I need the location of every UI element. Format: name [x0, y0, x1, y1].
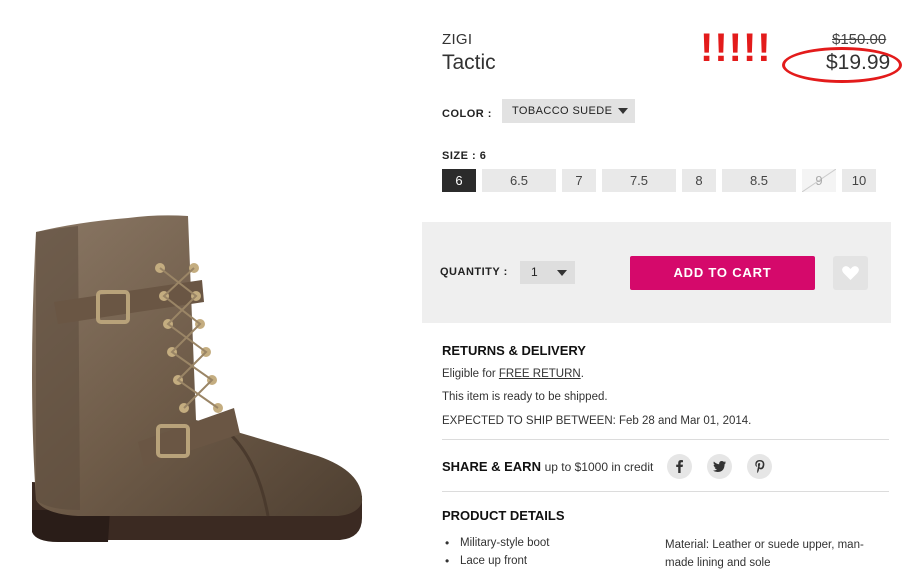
returns-heading: RETURNS & DELIVERY: [442, 343, 586, 358]
divider: [442, 439, 889, 440]
pinterest-share-button[interactable]: [747, 454, 772, 479]
free-return-link[interactable]: FREE RETURN: [499, 368, 581, 380]
color-select-value: TOBACCO SUEDE: [512, 105, 613, 117]
product-details-heading: PRODUCT DETAILS: [442, 508, 565, 523]
material-text: Material: Leather or suede upper, man-ma…: [665, 539, 864, 569]
facebook-icon: [676, 460, 683, 473]
list-item: Military-style boot: [442, 534, 642, 552]
size-option-6-5[interactable]: 6.5: [482, 169, 556, 192]
price-annotation-marks: !!!!!: [700, 26, 772, 70]
size-option-7[interactable]: 7: [562, 169, 596, 192]
add-to-cart-button[interactable]: ADD TO CART: [630, 256, 815, 290]
size-option-7-5[interactable]: 7.5: [602, 169, 676, 192]
size-option-10[interactable]: 10: [842, 169, 876, 192]
share-earn-line: SHARE & EARN up to $1000 in credit: [442, 459, 653, 474]
size-option-9-unavailable: 9: [802, 169, 836, 192]
facebook-share-button[interactable]: [667, 454, 692, 479]
share-heading: SHARE & EARN: [442, 459, 541, 474]
chevron-down-icon: [557, 270, 567, 276]
list-item: Lace up front: [442, 552, 642, 570]
brand-name[interactable]: ZIGI: [442, 31, 472, 48]
free-return-line: Eligible for FREE RETURN.: [442, 368, 584, 380]
size-option-6[interactable]: 6: [442, 169, 476, 192]
pinterest-icon: [755, 460, 765, 474]
twitter-share-button[interactable]: [707, 454, 732, 479]
wishlist-button[interactable]: [833, 256, 868, 290]
product-details-list: Military-style boot Lace up front: [442, 534, 642, 570]
share-subtext: up to $1000 in credit: [544, 460, 654, 474]
color-select[interactable]: TOBACCO SUEDE: [502, 99, 635, 123]
size-option-9-label: 9: [815, 173, 823, 188]
ship-window-text: EXPECTED TO SHIP BETWEEN: Feb 28 and Mar…: [442, 415, 752, 427]
quantity-label: QUANTITY :: [440, 266, 508, 278]
original-price: $150.00: [832, 31, 887, 48]
size-label: SIZE : 6: [442, 150, 487, 162]
size-option-8-5[interactable]: 8.5: [722, 169, 796, 192]
ready-to-ship-text: This item is ready to be shipped.: [442, 391, 608, 403]
chevron-down-icon: [618, 108, 628, 114]
product-name: Tactic: [442, 51, 496, 74]
free-return-prefix: Eligible for: [442, 368, 496, 380]
color-label: COLOR :: [442, 108, 492, 120]
product-image: [32, 215, 363, 542]
heart-icon: [842, 266, 859, 280]
quantity-select[interactable]: 1: [520, 261, 575, 284]
price-annotation-circle: [782, 47, 902, 83]
twitter-icon: [713, 461, 726, 472]
size-option-8[interactable]: 8: [682, 169, 716, 192]
quantity-value: 1: [531, 265, 538, 279]
divider: [442, 491, 889, 492]
free-return-suffix: .: [580, 368, 584, 380]
